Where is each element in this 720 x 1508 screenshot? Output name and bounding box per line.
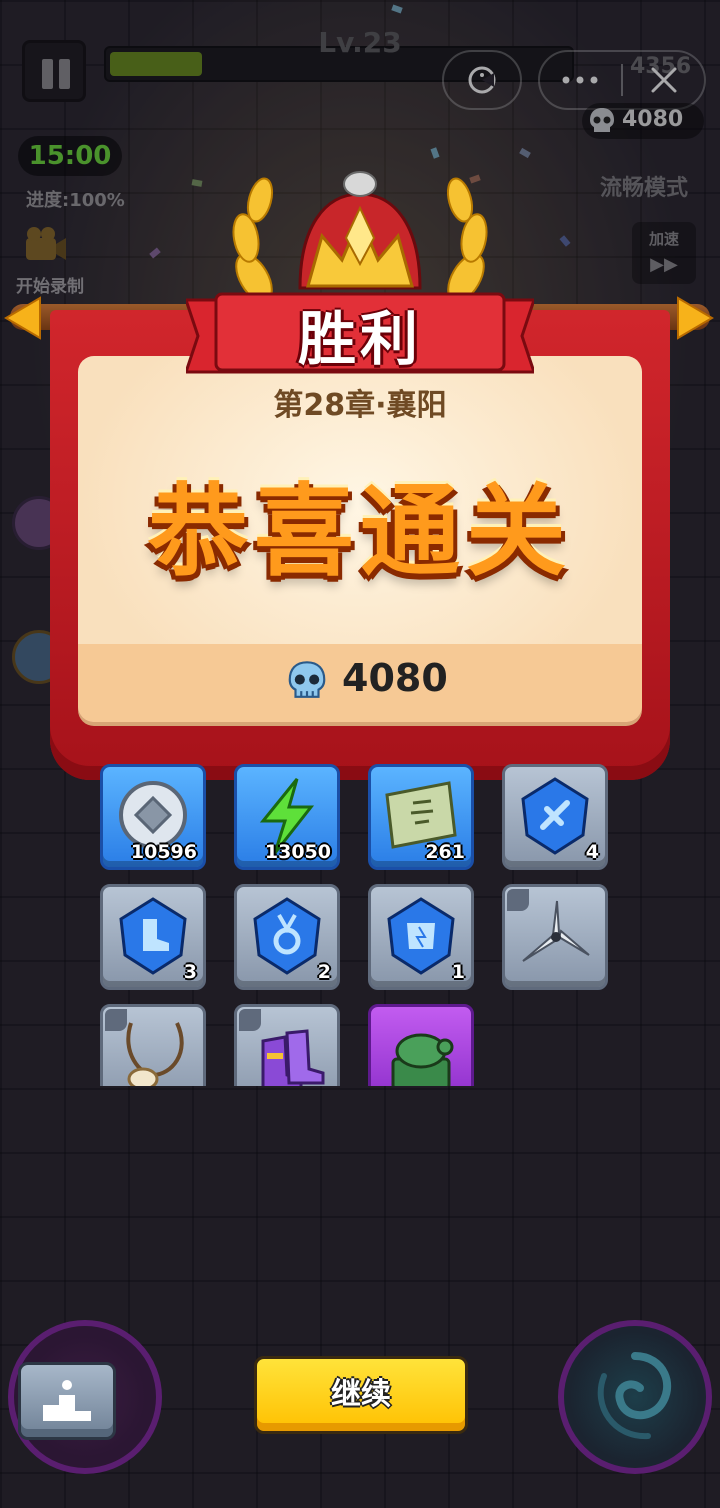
reward-kill-count: 4080 xyxy=(342,656,448,700)
vortex-icon xyxy=(597,1352,672,1440)
reward-tile-coin[interactable]: 10596 xyxy=(100,764,206,870)
congrats-text: 恭喜通关 xyxy=(148,473,572,590)
item-count: 10596 xyxy=(130,841,197,863)
skull-icon xyxy=(288,661,326,698)
reward-tile-shuriken[interactable] xyxy=(502,884,608,990)
sword-gem-icon xyxy=(521,777,589,855)
reward-tile-weapon-gem[interactable]: 4 xyxy=(502,764,608,870)
purple-boots-icon xyxy=(261,1029,325,1086)
reward-grid: 10596 13050 261 4 3 2 1 xyxy=(96,762,616,1086)
reward-tile-boots[interactable] xyxy=(234,1004,340,1086)
crown-icon xyxy=(232,171,488,303)
reward-tile-energy[interactable]: 13050 xyxy=(234,764,340,870)
rod-cap-left xyxy=(4,296,41,340)
reward-tile-scroll[interactable]: 261 xyxy=(368,764,474,870)
item-count: 13050 xyxy=(264,841,331,863)
skill-slot-right xyxy=(558,1320,712,1474)
jade-turtle-icon xyxy=(391,1033,454,1086)
item-count: 1 xyxy=(451,961,465,983)
chapter-title: 第28章·襄阳 xyxy=(273,388,447,423)
item-count: 3 xyxy=(183,961,197,983)
reward-tile-medal-gem[interactable]: 2 xyxy=(234,884,340,990)
rod-cap-right xyxy=(677,296,714,340)
item-count: 4 xyxy=(585,841,599,863)
continue-button[interactable]: 继续 xyxy=(254,1356,468,1434)
medal-gem-icon xyxy=(253,897,321,975)
reward-tile-necklace[interactable] xyxy=(100,1004,206,1086)
reward-tile-boots-gem[interactable]: 3 xyxy=(100,884,206,990)
shuriken-icon xyxy=(522,900,590,962)
leaderboard-button[interactable] xyxy=(18,1362,116,1440)
podium-icon xyxy=(43,1380,91,1421)
necklace-icon xyxy=(126,1022,184,1086)
reward-tile-jade-seal[interactable] xyxy=(368,1004,474,1086)
item-count: 261 xyxy=(425,841,465,863)
armor-gem-icon xyxy=(387,897,455,975)
item-count: 2 xyxy=(317,961,331,983)
victory-title: 胜利 xyxy=(297,305,422,373)
boot-gem-icon xyxy=(119,897,187,975)
reward-tile-armor-gem[interactable]: 1 xyxy=(368,884,474,990)
